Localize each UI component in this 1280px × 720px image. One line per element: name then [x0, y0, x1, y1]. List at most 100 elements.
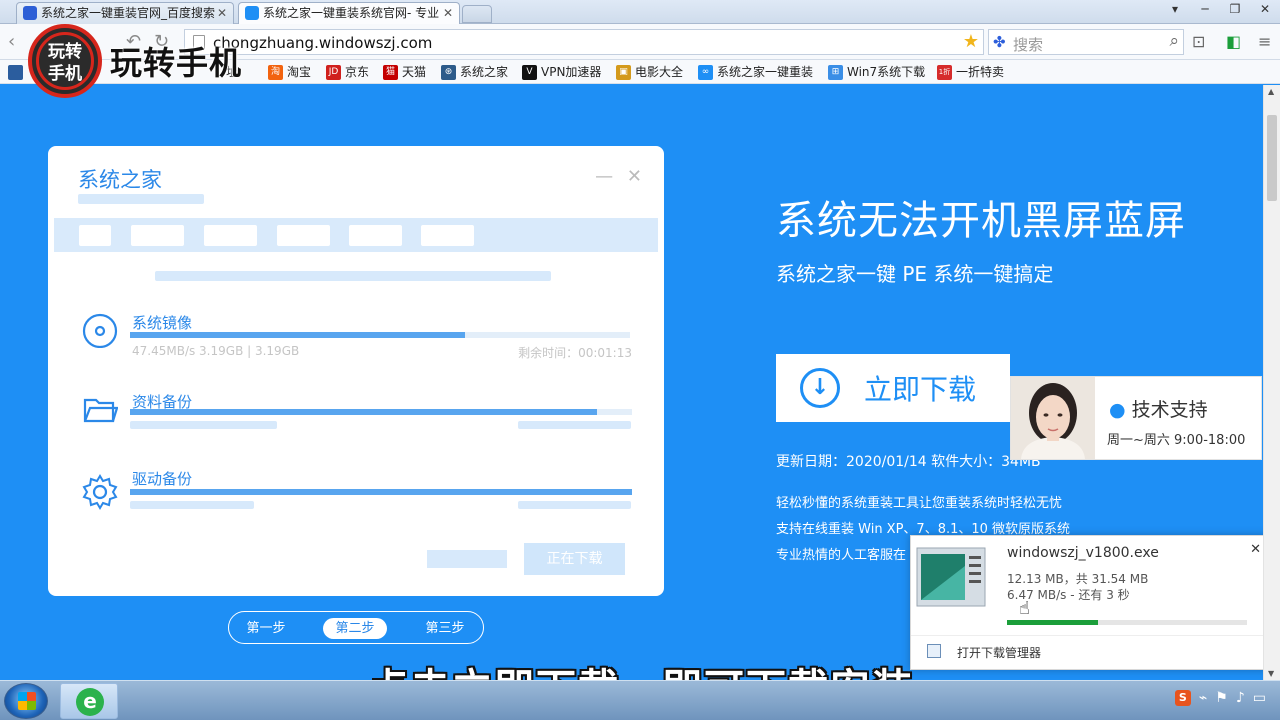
- download-arrow-icon: ↓: [800, 368, 840, 408]
- bookmark-tmall[interactable]: 猫天猫: [383, 63, 426, 81]
- watermark-logo: 玩转 手机: [28, 24, 102, 98]
- search-box[interactable]: ✤ 搜索 ⌕: [988, 29, 1184, 55]
- scroll-down-icon[interactable]: ▼: [1268, 669, 1274, 678]
- close-window-icon[interactable]: ✕: [1250, 0, 1280, 18]
- start-button[interactable]: [4, 683, 48, 719]
- tab-windowszj[interactable]: 系统之家一键重装系统官网- 专业 ✕: [238, 2, 460, 25]
- step-two[interactable]: 第二步: [323, 618, 387, 639]
- installer-file-icon: [916, 547, 986, 607]
- new-tab-button[interactable]: [462, 5, 492, 23]
- support-title: ● 技术支持: [1109, 399, 1208, 421]
- system-tray: S ⌁ ⚑ ♪ ▭: [1174, 690, 1266, 706]
- ime-icon[interactable]: S: [1174, 690, 1191, 706]
- reinstall-icon: ∞: [698, 65, 713, 80]
- remaining-time: 剩余时间：00:01:13: [518, 346, 632, 360]
- menu-list-icon[interactable]: ≡: [1258, 32, 1271, 51]
- disc-icon: [82, 313, 118, 348]
- display-icon[interactable]: ▭: [1253, 690, 1266, 706]
- back-icon[interactable]: ‹: [8, 31, 15, 52]
- download-now-button[interactable]: ↓ 立即下载: [776, 354, 1010, 422]
- close-tab-icon[interactable]: ✕: [217, 3, 227, 23]
- menu-icon[interactable]: ▾: [1160, 0, 1190, 18]
- bookmark-vpn[interactable]: V VPN加速器: [522, 63, 601, 81]
- progress-fill: [130, 332, 465, 338]
- bookmark-taobao[interactable]: 淘淘宝: [268, 63, 311, 81]
- download-manager-icon: [927, 644, 941, 658]
- address-bar[interactable]: chongzhuang.windowszj.com ★: [184, 29, 984, 55]
- watermark-badge-line2: 手机: [48, 64, 82, 84]
- bookmark-home[interactable]: [8, 63, 23, 83]
- gear-icon: [82, 474, 118, 510]
- progress-row-driver-backup: 驱动备份: [82, 468, 632, 518]
- hand-cursor-icon: ☝: [1019, 598, 1030, 619]
- close-tab-icon[interactable]: ✕: [443, 3, 453, 23]
- hero-title: 系统无法开机黑屏蓝屏: [776, 198, 1186, 244]
- bookmark-jd[interactable]: JD 京东: [326, 63, 369, 81]
- browser-e-icon: e: [76, 688, 104, 716]
- close-icon[interactable]: ✕: [1250, 542, 1261, 557]
- volume-icon[interactable]: ♪: [1236, 690, 1245, 706]
- step-indicator: 第一步 第二步 第三步: [228, 611, 484, 644]
- extension-icon[interactable]: ◧: [1226, 32, 1241, 51]
- qq-icon: ●: [1109, 399, 1126, 421]
- vpn-icon: V: [522, 65, 537, 80]
- jd-icon: JD: [326, 65, 341, 80]
- baidu-favicon-icon: [23, 6, 37, 20]
- sale-icon: 1折: [937, 65, 952, 80]
- installer-preview-card: 系统之家 — ✕ 系统镜像 47.45MB/s 3.19GB | 3.19GB …: [48, 146, 664, 596]
- placeholder-bar: [155, 271, 551, 281]
- tab-title: 系统之家一键重装系统官网- 专业: [263, 6, 440, 20]
- url-text[interactable]: chongzhuang.windowszj.com: [213, 34, 432, 52]
- placeholder-bar: [78, 194, 204, 204]
- minimize-icon[interactable]: ─: [1190, 0, 1220, 18]
- taskbar-browser-button[interactable]: e: [60, 683, 118, 719]
- bookmark-xitongzhijia[interactable]: ⊛ 系统之家: [441, 63, 508, 81]
- download-popup: windowszj_v1800.exe 12.13 MB，共 31.54 MB …: [910, 535, 1270, 670]
- network-icon[interactable]: ⌁: [1199, 690, 1207, 706]
- movie-icon: ▣: [616, 65, 631, 80]
- placeholder-button: [427, 550, 507, 568]
- tab-bar: 系统之家一键重装官网_百度搜索 ✕ 系统之家一键重装系统官网- 专业 ✕ ▾ ─…: [0, 0, 1280, 25]
- bookmark-win7[interactable]: ⊞ Win7系统下载: [828, 63, 925, 81]
- folder-icon: [83, 398, 118, 423]
- scroll-up-icon[interactable]: ▲: [1268, 87, 1274, 96]
- flag-icon[interactable]: ⚑: [1215, 690, 1228, 706]
- favorite-star-icon[interactable]: ★: [963, 31, 979, 52]
- placeholder-bar: [518, 501, 631, 509]
- download-filename[interactable]: windowszj_v1800.exe: [1007, 545, 1159, 561]
- progress-row-data-backup: 资料备份: [82, 391, 632, 441]
- tmall-icon: 猫: [383, 65, 398, 80]
- progress-fill: [130, 409, 597, 415]
- page-scrollbar[interactable]: ▲ ▼: [1263, 85, 1280, 680]
- watermark-text: 玩转手机: [110, 44, 243, 82]
- step-one[interactable]: 第一步: [234, 618, 298, 639]
- bookmark-movies[interactable]: ▣ 电影大全: [616, 63, 683, 81]
- restore-icon[interactable]: ❐: [1220, 0, 1250, 18]
- progress-track: [130, 409, 632, 415]
- bookmark-reinstall[interactable]: ∞ 系统之家一键重装: [698, 63, 813, 81]
- gift-icon[interactable]: ⊡: [1192, 32, 1205, 51]
- divider: [911, 635, 1269, 636]
- installer-window-controls: — ✕: [595, 166, 642, 187]
- row-label: 驱动备份: [132, 470, 193, 488]
- tech-support-widget[interactable]: ● 技术支持 周一~周六 9:00-18:00: [1010, 376, 1262, 460]
- minimize-icon: —: [595, 166, 614, 187]
- placeholder-bar: [518, 421, 631, 429]
- bookmark-sale[interactable]: 1折 一折特卖: [937, 63, 1004, 81]
- hero-subtitle: 系统之家一键 PE 系统一键搞定: [776, 262, 1054, 286]
- search-icon[interactable]: ⌕: [1169, 31, 1179, 51]
- open-download-manager-link[interactable]: 打开下载管理器: [957, 644, 1041, 661]
- progress-fill: [130, 489, 632, 495]
- row-meta: 47.45MB/s 3.19GB | 3.19GB: [132, 344, 300, 358]
- scroll-thumb[interactable]: [1267, 115, 1277, 201]
- feature-line: 专业热情的人工客服在: [776, 548, 907, 563]
- step-three[interactable]: 第三步: [413, 618, 477, 639]
- windows-taskbar: e S ⌁ ⚑ ♪ ▭: [0, 680, 1280, 720]
- installer-brand: 系统之家: [78, 168, 162, 192]
- progress-track: [130, 489, 632, 495]
- download-size: 12.13 MB，共 31.54 MB: [1007, 572, 1149, 586]
- tab-baidu-search[interactable]: 系统之家一键重装官网_百度搜索 ✕: [16, 2, 234, 24]
- windows-logo-icon: [18, 692, 36, 710]
- progress-track: [130, 332, 630, 338]
- search-placeholder[interactable]: 搜索: [1013, 34, 1043, 55]
